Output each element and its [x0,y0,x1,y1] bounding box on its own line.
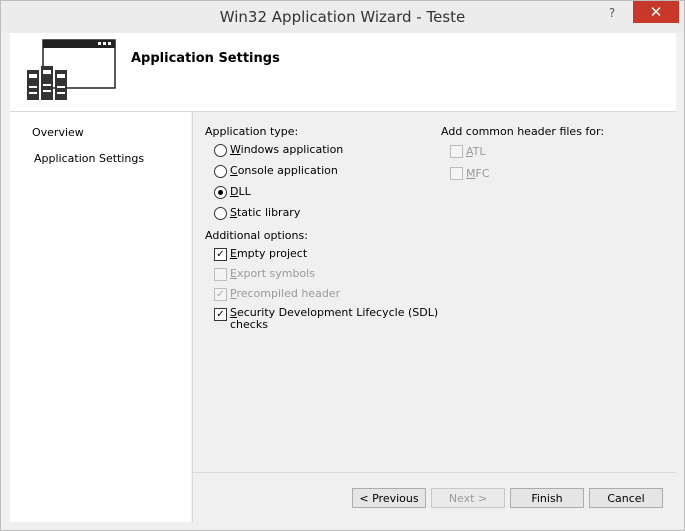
empty-project-label[interactable]: Empty project [230,247,307,260]
checkbox-sdl-checks[interactable]: ✓ [214,308,227,321]
page-title: Application Settings [131,51,280,66]
radio-dll[interactable] [214,186,227,199]
wizard-header: Application Settings [10,33,676,112]
settings-pane: Application type: Windows application Co… [192,112,677,522]
button-separator [192,472,676,473]
close-button[interactable]: ✕ [633,1,679,23]
window-title: Win32 Application Wizard - Teste [219,8,466,26]
console-application-label[interactable]: Console application [230,164,338,177]
nav-item-overview[interactable]: Overview [32,126,84,139]
windows-application-label[interactable]: Windows application [230,143,343,156]
nav-item-application-settings[interactable]: Application Settings [34,152,144,165]
checkbox-precompiled-header: ✓ [214,288,227,301]
application-type-label: Application type: [205,125,299,138]
next-button: Next > [431,488,505,508]
dll-label[interactable]: DLL [230,185,251,198]
atl-label: ATL [466,145,486,158]
wizard-nav-pane: Overview Application Settings [10,112,191,522]
finish-button[interactable]: Finish [510,488,584,508]
title-bar: Win32 Application Wizard - Teste ? ✕ [1,1,684,33]
checkbox-mfc [450,167,463,180]
additional-options-label: Additional options: [205,229,308,242]
help-button[interactable]: ? [601,4,623,22]
sdl-checks-label[interactable]: Security Development Lifecycle (SDL) chec… [230,307,438,331]
wizard-banner-icon [27,39,116,100]
radio-windows-application[interactable] [214,144,227,157]
checkbox-export-symbols [214,268,227,281]
cancel-button[interactable]: Cancel [589,488,663,508]
mfc-label: MFC [466,167,490,180]
static-library-label[interactable]: Static library [230,206,300,219]
previous-button[interactable]: < Previous [352,488,426,508]
wizard-window: Win32 Application Wizard - Teste ? ✕ App… [0,0,685,531]
radio-static-library[interactable] [214,207,227,220]
precompiled-header-label: Precompiled header [230,287,341,300]
checkbox-empty-project[interactable]: ✓ [214,248,227,261]
header-files-label: Add common header files for: [441,125,605,138]
radio-console-application[interactable] [214,165,227,178]
checkbox-atl [450,145,463,158]
export-symbols-label: Export symbols [230,267,315,280]
